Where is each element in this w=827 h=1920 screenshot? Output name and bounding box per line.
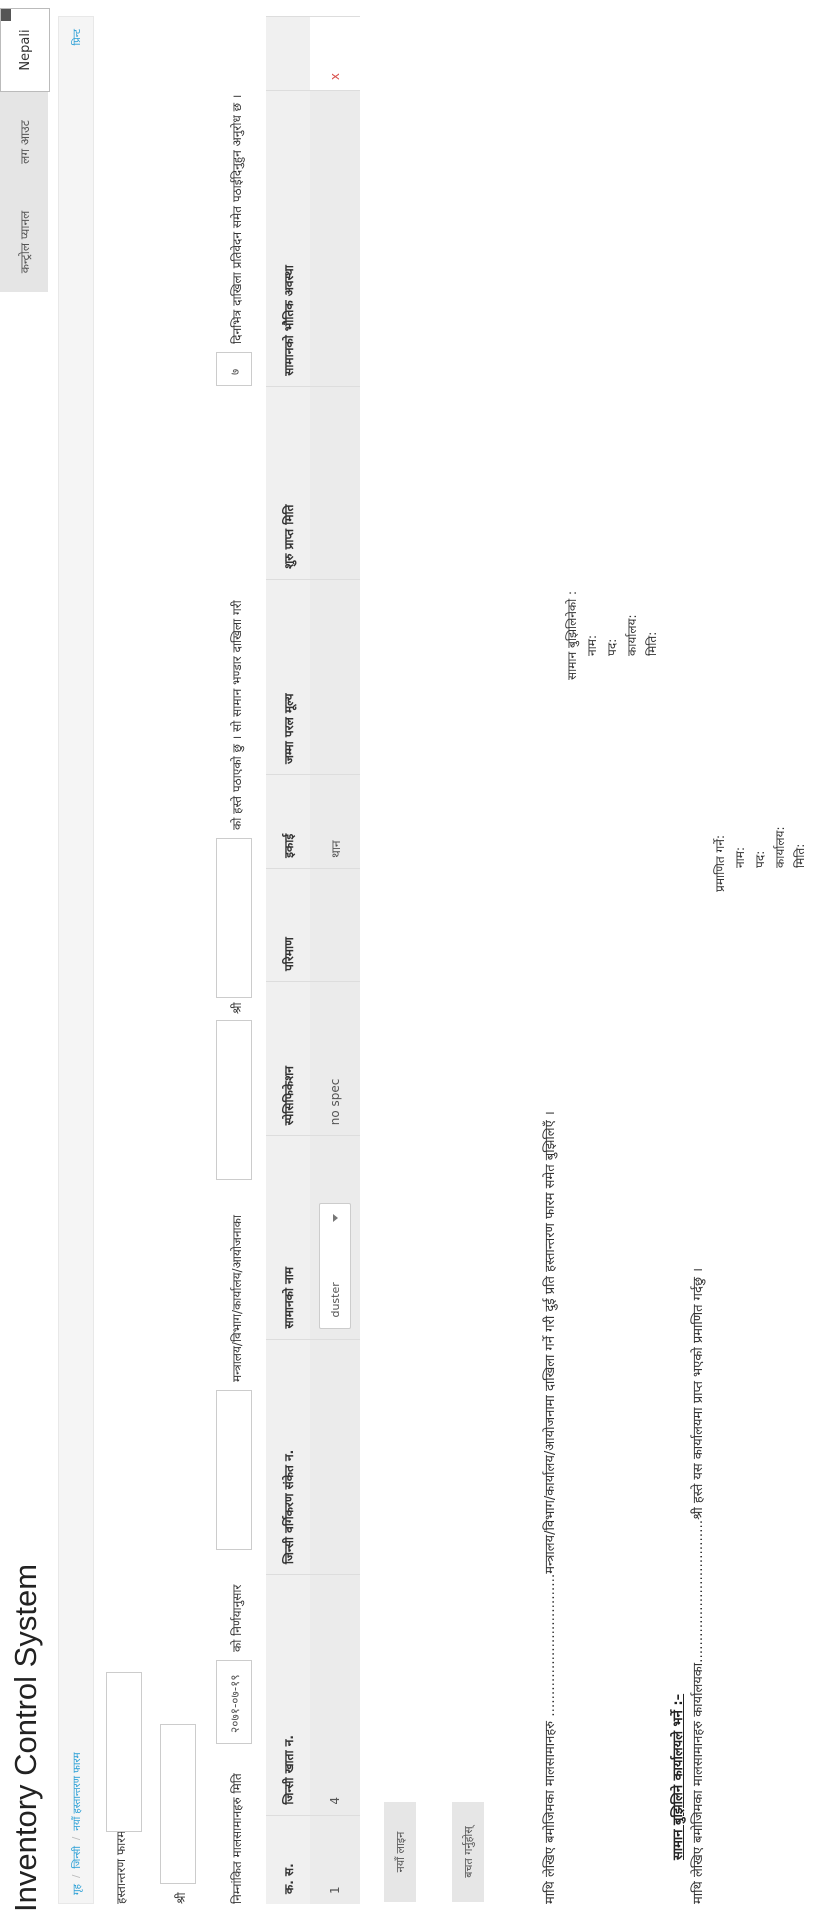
- receiver-post: पद:: [605, 638, 619, 656]
- certify-paragraph: माथि लेखिए बमोजिमका मालसामानहरु कार्यालय…: [691, 1267, 706, 1904]
- ministry-input[interactable]: [216, 1020, 252, 1180]
- certifier-office: कार्यालय:: [773, 826, 787, 868]
- certifier-name: नाम:: [733, 847, 747, 868]
- decision-input[interactable]: [216, 1390, 252, 1550]
- item-name-value: duster: [328, 1282, 342, 1318]
- print-link[interactable]: प्रिन्ट: [69, 29, 83, 45]
- logout-link[interactable]: लग आउट: [0, 92, 48, 192]
- items-table: क. स. जिन्सी खाता न. जिन्सी वर्गिकरण संक…: [266, 16, 360, 1904]
- breadcrumb-current[interactable]: नयाँ हस्तान्तरण फारम: [69, 1752, 83, 1830]
- certifier-title: प्रमाणित गर्ने:: [713, 834, 727, 892]
- receiver-block: सामान बुझिलिनेको : नाम: पद: कार्यालय: मि…: [562, 591, 662, 680]
- col-name: सामानको नाम: [266, 1135, 310, 1340]
- cell-value-input[interactable]: [310, 579, 360, 775]
- breadcrumb-separator: /: [70, 1874, 82, 1879]
- cell-ledger-input[interactable]: 4: [310, 1574, 360, 1816]
- shri-label: श्री: [230, 1002, 244, 1014]
- intro-prefix-label: निम्नांकित मालसामानहरु मिति: [230, 1773, 244, 1904]
- ministry-label: मन्त्रालय/विभाग/कार्यालय/आयोजनाका: [230, 1215, 244, 1382]
- office-section-heading: सामान बुझिलिने कार्यालयले भर्ने :–: [671, 1693, 686, 1860]
- col-ledger: जिन्सी खाता न.: [266, 1574, 310, 1816]
- cell-name: duster: [310, 1135, 360, 1340]
- cell-qty-input[interactable]: [310, 868, 360, 982]
- recipient-input[interactable]: [160, 1724, 196, 1884]
- breadcrumb-store[interactable]: जिन्सी: [69, 1846, 83, 1869]
- days-input[interactable]: ७: [216, 352, 252, 386]
- breadcrumb-home[interactable]: गृह: [69, 1884, 83, 1895]
- certifier-post: पद:: [753, 850, 767, 868]
- col-spec: स्पेसिफिकेशन: [266, 981, 310, 1136]
- sent-label: को हस्ते पठाएको छु । सो सामान भण्डार दाख…: [230, 600, 244, 830]
- certifier-date: मिति:: [793, 843, 807, 868]
- language-select-handle: [1, 9, 11, 21]
- date-input[interactable]: २०७१-०७-१९: [216, 1660, 252, 1744]
- receiver-office: कार्यालय:: [625, 614, 639, 656]
- certifier-block: प्रमाणित गर्ने: नाम: पद: कार्यालय: मिति:: [710, 826, 810, 892]
- col-qty: परिमाण: [266, 868, 310, 982]
- new-row-button[interactable]: नयाँ लाइन: [384, 1802, 416, 1902]
- cell-unit: थान: [310, 774, 360, 869]
- app-title: Inventory Control System: [8, 1563, 43, 1912]
- top-nav: कन्ट्रोल प्यानल लग आउट Nepali: [0, 8, 50, 292]
- language-select[interactable]: Nepali: [0, 8, 50, 92]
- control-panel-link[interactable]: कन्ट्रोल प्यानल: [0, 192, 48, 292]
- receiver-name: नाम:: [585, 635, 599, 656]
- table-header-row: क. स. जिन्सी खाता न. जिन्सी वर्गिकरण संक…: [266, 16, 310, 1904]
- col-value: जम्मा परल मूल्य: [266, 579, 310, 775]
- days-suffix-label: दिनभित्र दाखिला प्रतिवेदन समेत पठाईदिनुह…: [230, 94, 244, 344]
- col-condition: सामानको भौतिक अवस्था: [266, 90, 310, 387]
- form-no-input[interactable]: [106, 1672, 142, 1832]
- cell-date-input[interactable]: [310, 386, 360, 580]
- save-button[interactable]: बचत गर्नुहोस्: [452, 1802, 484, 1902]
- item-name-select[interactable]: duster: [319, 1202, 351, 1329]
- cell-delete: x: [310, 16, 360, 91]
- language-value: Nepali: [17, 29, 33, 71]
- delete-row-icon[interactable]: x: [328, 73, 342, 80]
- receiver-title: सामान बुझिलिनेको :: [565, 590, 579, 680]
- cell-condition-input[interactable]: [310, 90, 360, 387]
- col-delete: [266, 16, 310, 91]
- person-input[interactable]: [216, 838, 252, 998]
- cell-sn: 1: [310, 1815, 360, 1904]
- cell-spec-input[interactable]: no spec: [310, 981, 360, 1136]
- recipient-prefix-label: श्री: [174, 1892, 188, 1904]
- receipt-paragraph: माथि लेखिए बमोजिमका मालसामानहरु ………………………: [543, 1111, 558, 1904]
- col-sn: क. स.: [266, 1815, 310, 1904]
- col-unit: इकाई: [266, 774, 310, 869]
- chevron-down-icon: [333, 1213, 338, 1222]
- col-code: जिन्सी वर्गिकरण संकेत न.: [266, 1339, 310, 1575]
- decision-label: को निर्णयानुसार: [230, 1584, 244, 1652]
- cell-code-input[interactable]: [310, 1339, 360, 1575]
- col-date: शुरु प्राप्त मिति: [266, 386, 310, 580]
- breadcrumb-separator: /: [70, 1836, 82, 1841]
- breadcrumb: गृह / जिन्सी / नयाँ हस्तान्तरण फारम प्रि…: [58, 16, 94, 1904]
- receiver-date: मिति:: [645, 631, 659, 656]
- table-row: 1 4 duster no spec थान x: [310, 16, 360, 1904]
